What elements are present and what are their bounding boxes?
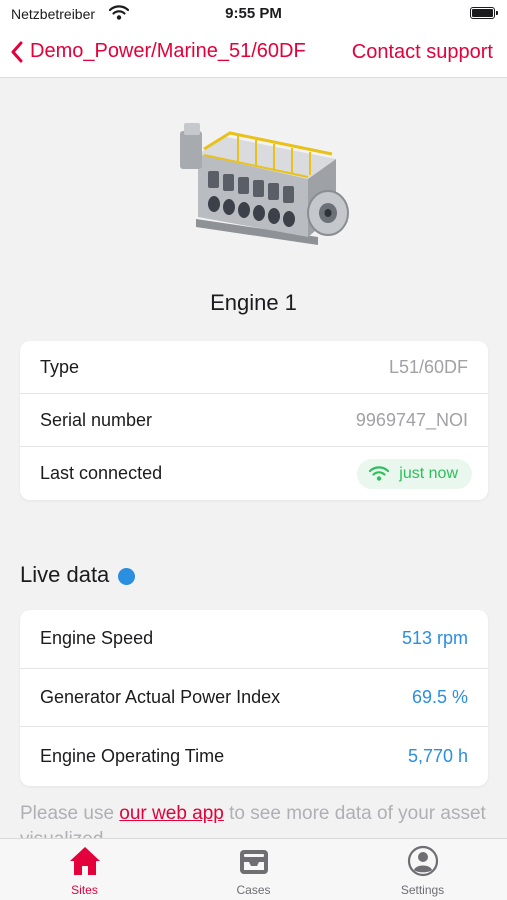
engine-detail-content[interactable]: Engine 1 Type L51/60DF Serial number 996… (0, 79, 507, 838)
wifi-icon (369, 466, 390, 481)
engine-info-card: Type L51/60DF Serial number 9969747_NOI … (20, 341, 488, 500)
live-data-heading: Live data (20, 562, 136, 588)
web-app-link[interactable]: our web app (119, 803, 224, 824)
type-value: L51/60DF (388, 356, 468, 377)
live-row-value: 513 rpm (401, 628, 468, 649)
tab-settings-label: Settings (400, 883, 445, 897)
live-row-operating-time[interactable]: Engine Operating Time 5,770 h (20, 727, 488, 786)
serial-value: 9969747_NOI (355, 409, 468, 430)
live-data-title: Live data (20, 562, 110, 587)
live-row-label: Generator Actual Power Index (40, 686, 281, 707)
type-label: Type (40, 356, 80, 377)
person-circle-icon (407, 845, 438, 877)
navigation-bar: Demo_Power/Marine_51/60DF Contact suppor… (0, 28, 507, 78)
tab-bar: Sites Cases Settings (0, 838, 507, 900)
live-row-value: 5,770 h (407, 745, 468, 766)
web-app-hint: Please use our web app to see more data … (20, 801, 490, 838)
tab-cases[interactable]: Cases (169, 839, 338, 900)
live-row-label: Engine Speed (40, 628, 154, 649)
connected-value: just now (399, 464, 458, 482)
live-indicator-icon (118, 568, 136, 585)
home-icon (69, 847, 100, 875)
clock: 9:55 PM (225, 5, 282, 22)
back-button[interactable]: Demo_Power/Marine_51/60DF (10, 40, 306, 63)
engine-title: Engine 1 (210, 290, 297, 315)
tab-settings[interactable]: Settings (338, 839, 507, 900)
status-bar: Netzbetreiber 9:55 PM (0, 0, 507, 28)
info-row-connected: Last connected just now (20, 447, 488, 500)
battery-icon (470, 7, 498, 19)
inbox-icon (239, 850, 268, 874)
serial-label: Serial number (40, 409, 153, 430)
contact-support-button[interactable]: Contact support (352, 41, 493, 64)
connection-status-badge: just now (357, 458, 472, 489)
hint-text-before: Please use (20, 803, 120, 824)
live-row-power-index[interactable]: Generator Actual Power Index 69.5 % (20, 669, 488, 727)
chevron-left-icon (11, 41, 23, 62)
connected-label: Last connected (40, 463, 163, 483)
engine-image (180, 123, 349, 245)
info-row-type: Type L51/60DF (20, 341, 488, 394)
live-data-card: Engine Speed 513 rpm Generator Actual Po… (20, 610, 488, 786)
tab-sites[interactable]: Sites (0, 839, 169, 900)
back-button-label: Demo_Power/Marine_51/60DF (30, 40, 306, 62)
live-row-engine-speed[interactable]: Engine Speed 513 rpm (20, 610, 488, 669)
tab-sites-label: Sites (71, 883, 98, 897)
live-row-value: 69.5 % (411, 686, 468, 707)
tab-cases-label: Cases (236, 883, 271, 897)
info-row-serial: Serial number 9969747_NOI (20, 394, 488, 447)
live-row-label: Engine Operating Time (40, 745, 225, 766)
